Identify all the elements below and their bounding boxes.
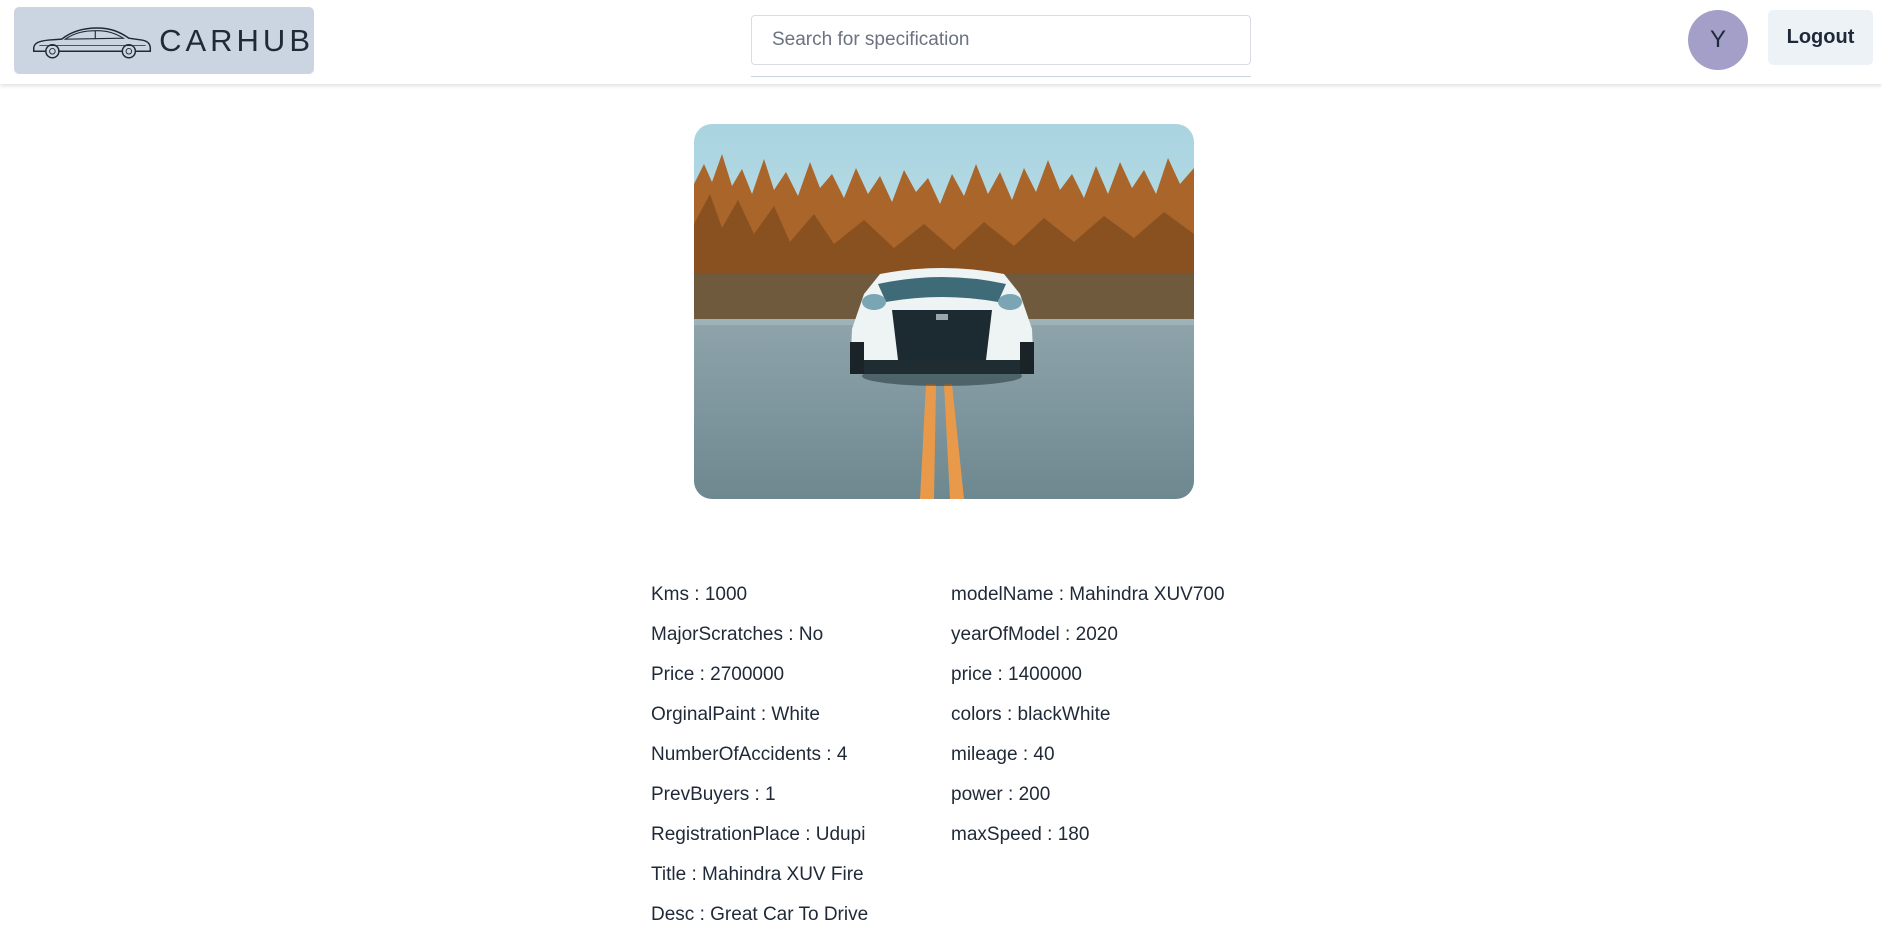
spec-row-number-of-accidents: NumberOfAccidents : 4 [651,735,868,775]
spec-key: OrginalPaint [651,704,756,725]
car-logo-icon [32,26,152,59]
spec-key: modelName [951,584,1054,605]
spec-row-original-paint: OrginalPaint : White [651,695,868,735]
spec-value: 1400000 [1008,664,1082,685]
car-photo-image [694,124,1194,499]
spec-value: 2700000 [710,664,785,685]
spec-value: 1000 [704,584,748,605]
spec-key: power [951,784,1003,805]
spec-key: Price [651,664,695,685]
spec-value: White [771,704,820,725]
spec-value: 1 [765,784,776,805]
spec-key: MajorScratches [651,624,783,645]
spec-value: No [798,624,824,645]
carhub-logo[interactable]: CARHUB [14,7,314,74]
spec-key: maxSpeed [951,824,1042,845]
spec-row-model-name: modelName : Mahindra XUV700 [951,575,1225,615]
car-photo [694,124,1194,499]
avatar-letter: Y [1709,26,1726,53]
top-navbar: CARHUB Y Logout [0,0,1882,84]
spec-value: 200 [1018,784,1051,805]
spec-row-model-price: price : 1400000 [951,655,1225,695]
spec-row-registration-place: RegistrationPlace : Udupi [651,815,868,855]
spec-key: mileage [951,744,1018,765]
spec-value: Great Car To Drive [710,904,869,925]
spec-row-major-scratches: MajorScratches : No [651,615,868,655]
spec-key: NumberOfAccidents [651,744,822,765]
spec-value: 2020 [1075,624,1118,645]
right-spec-list: modelName : Mahindra XUV700 yearOfModel … [951,575,1225,855]
spec-row-desc: Desc : Great Car To Drive [651,895,868,935]
spec-value: 4 [836,744,848,765]
spec-value: Udupi [815,824,866,845]
spec-key: price [951,664,993,685]
spec-value: Mahindra XUV Fire [702,864,864,885]
search-container [751,15,1251,77]
search-input[interactable] [751,15,1251,65]
spec-key: Title [651,864,687,885]
spec-row-colors: colors : blackWhite [951,695,1225,735]
spec-value: blackWhite [1017,704,1111,725]
spec-row-year-of-model: yearOfModel : 2020 [951,615,1225,655]
spec-row-power: power : 200 [951,775,1225,815]
spec-row-title: Title : Mahindra XUV Fire [651,855,868,895]
spec-row-mileage: mileage : 40 [951,735,1225,775]
spec-row-prev-buyers: PrevBuyers : 1 [651,775,868,815]
spec-key: Desc [651,904,695,925]
spec-key: yearOfModel [951,624,1060,645]
logout-button[interactable]: Logout [1768,10,1873,65]
spec-value: 180 [1057,824,1090,845]
logo-text: CARHUB [159,22,314,58]
left-spec-list: Kms : 1000 MajorScratches : No Price : 2… [651,575,868,935]
spec-key: RegistrationPlace [651,824,800,845]
spec-row-price: Price : 2700000 [651,655,868,695]
spec-key: colors [951,704,1002,725]
avatar[interactable]: Y [1688,10,1748,70]
spec-value: 40 [1033,744,1055,765]
spec-row-max-speed: maxSpeed : 180 [951,815,1225,855]
spec-row-kms: Kms : 1000 [651,575,868,615]
spec-key: PrevBuyers [651,784,750,805]
spec-key: Kms [651,584,689,605]
spec-value: Mahindra XUV700 [1069,584,1225,605]
